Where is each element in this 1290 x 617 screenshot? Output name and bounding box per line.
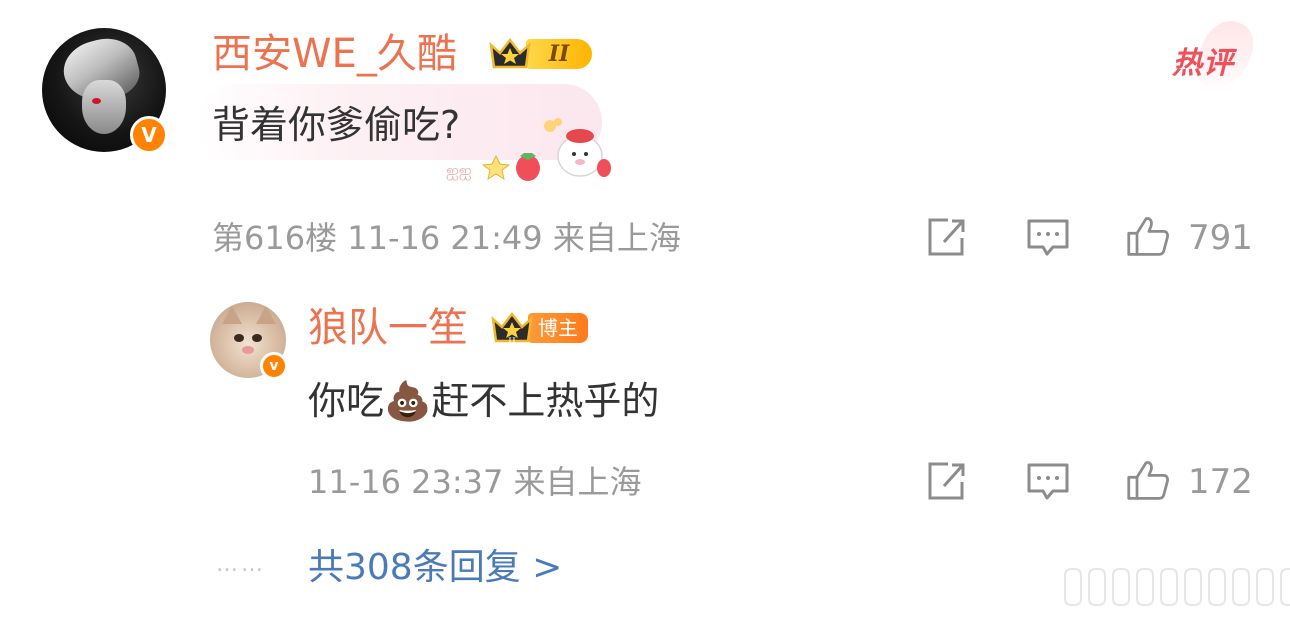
like-icon[interactable] [1126, 214, 1170, 258]
level-pill: II [526, 39, 592, 69]
reply-meta: 11-16 23:37 来自上海 [308, 462, 642, 502]
member-level-badge: II [488, 34, 592, 74]
main-comment-username[interactable]: 西安WE_久酷 [212, 28, 457, 80]
blogger-badge: II 博主 [490, 308, 588, 348]
share-icon[interactable] [924, 216, 968, 260]
comment-location: 来自上海 [552, 219, 681, 257]
svg-text:ஐஐ: ஐஐ [446, 161, 472, 180]
bubble-sticker-decoration: ஐஐ [446, 118, 611, 181]
reply-text-part2: 赶不上热乎的 [431, 379, 660, 423]
comment-datetime: 11-16 21:49 [347, 219, 543, 257]
more-replies-dots: …… [216, 552, 266, 577]
comment-icon[interactable] [1026, 216, 1070, 260]
share-icon[interactable] [924, 460, 968, 504]
reply-username[interactable]: 狼队一笙 [308, 302, 468, 354]
main-comment-meta: 第616楼 11-16 21:49 来自上海 [212, 218, 681, 258]
main-like-count: 791 [1188, 218, 1253, 258]
main-comment-text: 背着你爹偷吃? [212, 103, 461, 147]
verified-badge-icon: V [130, 116, 168, 154]
reply-text-part1: 你吃 [308, 379, 385, 423]
floor-number: 第616楼 [212, 219, 338, 257]
hot-comment-tag: 热评 [1172, 46, 1234, 81]
poop-emoji: 💩 [384, 379, 432, 423]
view-all-replies-link[interactable]: 共308条回复 > [308, 546, 562, 590]
verified-badge-icon: v [260, 352, 288, 380]
watermark-logo [1064, 568, 1290, 606]
like-icon[interactable] [1126, 458, 1170, 502]
reply-like-count: 172 [1188, 462, 1253, 502]
comment-icon[interactable] [1026, 460, 1070, 504]
reply-datetime: 11-16 23:37 [308, 463, 504, 501]
crown-icon: II [491, 311, 533, 345]
crown-icon [489, 37, 531, 69]
reply-text: 你吃💩赶不上热乎的 [308, 376, 659, 426]
blogger-label: 博主 [528, 313, 588, 343]
reply-location: 来自上海 [513, 463, 642, 501]
svg-text:II: II [508, 337, 516, 345]
